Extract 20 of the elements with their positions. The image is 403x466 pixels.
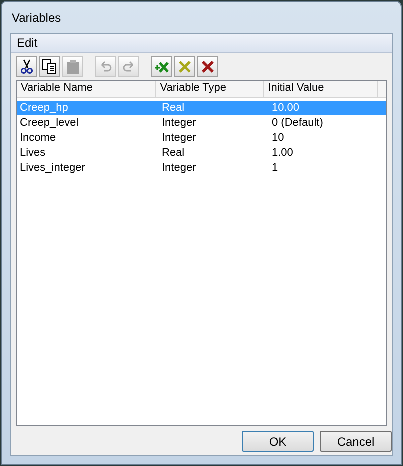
x-icon bbox=[176, 58, 192, 74]
table-row[interactable]: Lives Real 1.00 bbox=[17, 146, 386, 160]
ok-button[interactable]: OK bbox=[242, 431, 314, 452]
table-row[interactable]: Creep_level Integer 0 (Default) bbox=[17, 116, 386, 130]
copy-icon bbox=[42, 58, 58, 74]
window-title: Variables bbox=[12, 11, 62, 26]
redo-icon bbox=[120, 58, 136, 74]
menu-item[interactable]: Edit bbox=[11, 36, 44, 50]
toolbar-button[interactable] bbox=[197, 56, 218, 77]
toolbar-button[interactable] bbox=[39, 56, 60, 77]
column-header[interactable]: Variable Name bbox=[17, 81, 156, 97]
clipboard-icon bbox=[64, 58, 80, 74]
delete-icon bbox=[200, 58, 216, 74]
column-header[interactable]: Variable Type bbox=[156, 81, 264, 97]
scissors-icon bbox=[18, 58, 34, 74]
table-row[interactable]: Income Integer 10 bbox=[17, 131, 386, 145]
table-row[interactable]: Lives_integer Integer 1 bbox=[17, 161, 386, 175]
column-header[interactable]: Initial Value bbox=[264, 81, 378, 97]
toolbar-button[interactable] bbox=[16, 56, 37, 77]
cancel-button[interactable]: Cancel bbox=[320, 431, 392, 452]
